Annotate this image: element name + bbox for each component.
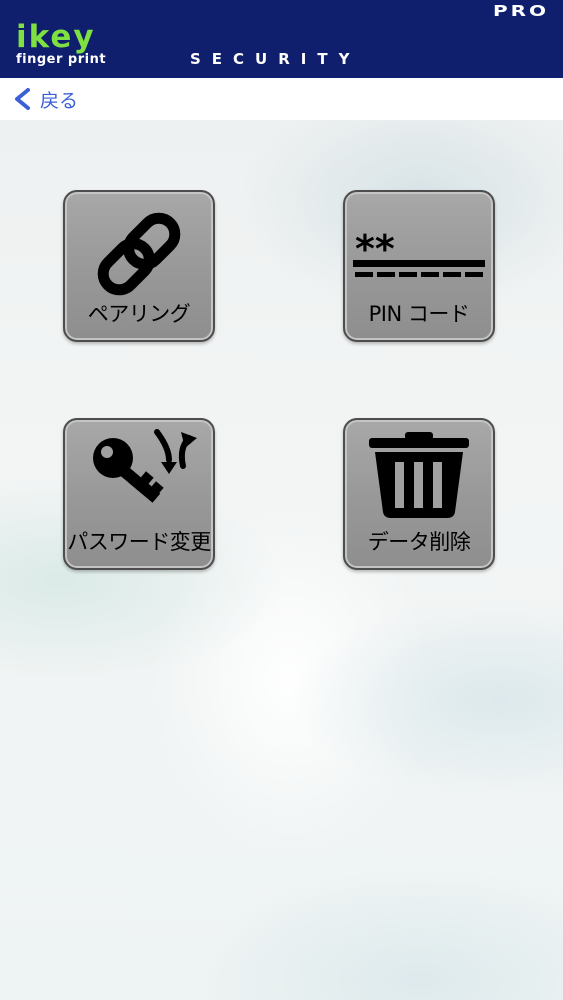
key-change-icon: [93, 429, 197, 503]
nav-bar: 戻る: [0, 78, 563, 120]
menu-area: ペアリング ** PIN コード パスワード変更 データ削除: [0, 120, 563, 1000]
pin-code-icon: **: [353, 227, 485, 277]
pairing-label: ペアリング: [87, 302, 191, 326]
logo-security: SECURITY: [190, 50, 361, 68]
password-change-button[interactable]: パスワード変更: [63, 418, 215, 570]
back-label: 戻る: [40, 89, 79, 112]
chain-link-icon: [97, 212, 181, 296]
data-delete-label: データ削除: [367, 530, 471, 554]
password-change-label: パスワード変更: [67, 530, 211, 554]
pin-code-button[interactable]: ** PIN コード: [343, 190, 495, 342]
trash-icon: [369, 432, 469, 518]
pairing-button[interactable]: ペアリング: [63, 190, 215, 342]
pin-mask-text: **: [355, 227, 395, 271]
pin-code-label: PIN コード: [368, 302, 470, 326]
chevron-left-icon: [15, 88, 30, 110]
logo-finger-print: finger print: [16, 52, 107, 67]
logo-ikey: ikey: [16, 19, 96, 55]
data-delete-button[interactable]: データ削除: [343, 418, 495, 570]
logo-pro: PRO: [492, 1, 549, 20]
back-button[interactable]: 戻る: [12, 84, 78, 114]
app-header: ikey finger print SECURITY PRO: [0, 0, 563, 78]
